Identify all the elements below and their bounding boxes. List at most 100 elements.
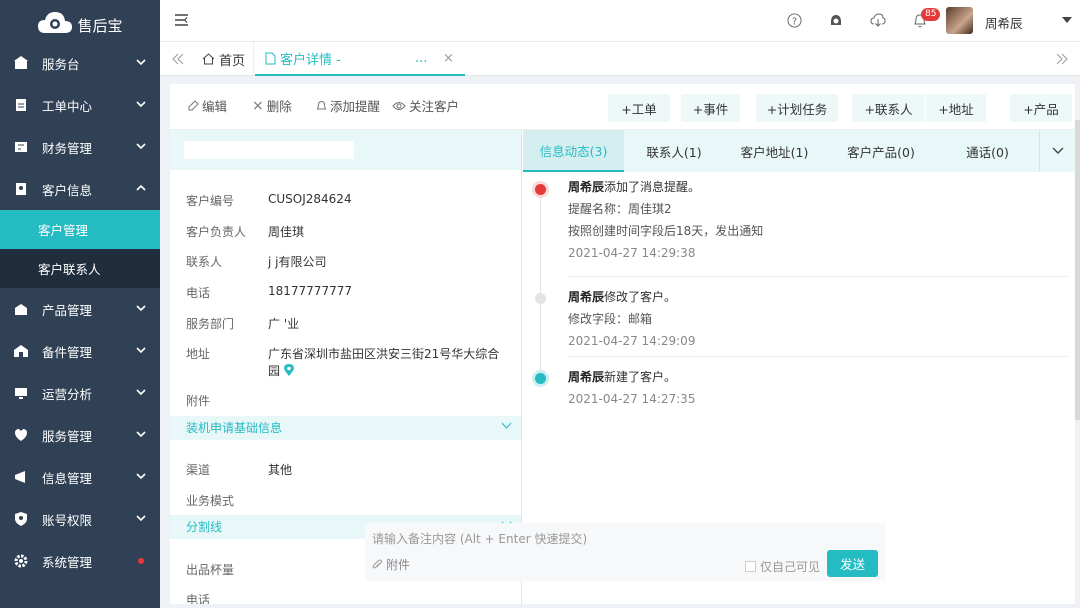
more-tabs-icon[interactable]	[1039, 130, 1075, 172]
sidebar-item-3[interactable]: 客户信息	[0, 168, 160, 210]
attach-label: 附件	[386, 558, 411, 572]
sidebar-item-4[interactable]: 产品管理	[0, 288, 160, 330]
sidebar-item-label: 服务台	[42, 56, 80, 72]
user-name[interactable]: 周希辰	[985, 13, 1023, 32]
follow-customer-button[interactable]: 关注客户	[392, 96, 459, 115]
sidebar-item-9[interactable]: 账号权限	[0, 498, 160, 540]
field-value: 18177777777	[268, 284, 352, 298]
field-label: 业务模式	[186, 494, 235, 508]
sidebar-item-2[interactable]: 财务管理	[0, 126, 160, 168]
delete-button[interactable]: × 删除	[252, 96, 292, 115]
page-scrollbar[interactable]	[1075, 120, 1080, 420]
action-button-2[interactable]: +计划任务	[756, 94, 838, 122]
service-agent-icon[interactable]	[829, 13, 843, 27]
sidebar-item-6[interactable]: 运营分析	[0, 372, 160, 414]
field-value-cont: 园	[268, 364, 281, 378]
tab-activity-2[interactable]: 客户地址(1)	[723, 130, 826, 172]
edit-icon	[188, 100, 199, 111]
event-detail: 修改字段：邮箱	[568, 312, 653, 326]
timeline-line	[540, 190, 541, 375]
event-separator	[568, 356, 1068, 357]
sidebar-subitem-1[interactable]: 客户联系人	[0, 249, 160, 288]
toolbar: 编辑 × 删除 添加提醒 关注客户 +工单 +事件 +计划任务 +联系人 +地址 +产品	[170, 84, 1075, 130]
delete-label: 删除	[266, 99, 292, 114]
sidebar-item-0[interactable]: 服务台	[0, 42, 160, 84]
field-label: 客户负责人	[186, 225, 247, 239]
chevron-down-icon[interactable]	[501, 422, 512, 429]
cloud-download-icon[interactable]	[870, 13, 886, 27]
event-actor: 周希辰	[568, 290, 605, 304]
product-icon	[15, 304, 27, 315]
field-value: 广 '业	[268, 317, 300, 331]
sidebar-item-8[interactable]: 信息管理	[0, 456, 160, 498]
add-reminder-button[interactable]: 添加提醒	[316, 96, 380, 115]
tab-home[interactable]: 首页	[202, 42, 254, 76]
collapse-menu-icon[interactable]	[175, 14, 189, 26]
send-button[interactable]: 发送	[827, 550, 878, 577]
location-pin-icon[interactable]	[284, 364, 294, 376]
logo[interactable]: 售后宝	[0, 0, 160, 42]
sidebar-item-1[interactable]: 工单中心	[0, 84, 160, 126]
chevron-down-icon	[136, 515, 146, 522]
ticket-icon	[16, 99, 26, 111]
sidebar-subitem-0[interactable]: 客户管理	[0, 210, 160, 249]
attach-button[interactable]: 附件	[372, 556, 410, 573]
checkbox-box[interactable]	[745, 561, 756, 572]
field-value: 周佳琪	[268, 225, 305, 239]
scroll-right-icon[interactable]	[1056, 53, 1068, 65]
parts-icon	[14, 345, 28, 357]
private-checkbox[interactable]: 仅自己可见	[745, 558, 820, 575]
event-title: 周希辰修改了客户。	[568, 286, 695, 308]
sidebar-item-label: 信息管理	[42, 470, 93, 486]
chevron-up-icon	[136, 184, 146, 191]
event-detail: 按照创建时间字段后18天，发出通知	[568, 224, 764, 238]
section-title: 装机申请基础信息	[186, 421, 283, 435]
field-label: 联系人	[186, 255, 223, 269]
tab-ellipsis: ...	[415, 50, 428, 66]
action-button-1[interactable]: +事件	[681, 94, 740, 122]
edit-label: 编辑	[202, 99, 228, 114]
svg-text:?: ?	[792, 16, 797, 27]
tab-close-icon[interactable]: ×	[443, 51, 454, 66]
event-time: 2021-04-27 14:29:38	[568, 246, 696, 260]
caret-down-icon[interactable]	[1062, 17, 1072, 23]
event-separator	[568, 276, 1068, 277]
field-label: 地址	[186, 347, 211, 361]
service-icon	[15, 429, 27, 441]
action-button-4[interactable]: +地址	[926, 94, 986, 122]
tab-activity-0[interactable]: 信息动态(3)	[523, 130, 624, 172]
timeline-event: 周希辰新建了客户。 2021-04-27 14:27:35	[568, 366, 695, 410]
tabs-bar: 首页 客户详情 - ... ×	[160, 42, 1080, 76]
sidebar-item-5[interactable]: 备件管理	[0, 330, 160, 372]
tab-customer-detail[interactable]: 客户详情 - ... ×	[255, 42, 465, 76]
note-input[interactable]: 请输入备注内容 (Alt + Enter 快速提交)	[372, 530, 587, 547]
document-icon	[265, 52, 276, 64]
customer-icon	[16, 183, 26, 195]
event-action: 修改了客户。	[604, 290, 677, 304]
event-time: 2021-04-27 14:29:09	[568, 334, 696, 348]
event-action: 添加了消息提醒。	[604, 180, 701, 194]
finance-icon	[15, 142, 27, 152]
sidebar-item-7[interactable]: 服务管理	[0, 414, 160, 456]
tab-activity-3[interactable]: 客户产品(0)	[826, 130, 936, 172]
avatar[interactable]	[946, 7, 973, 34]
action-button-3[interactable]: +联系人	[852, 94, 925, 122]
scroll-left-icon[interactable]	[172, 53, 184, 65]
grid-icon	[14, 56, 28, 69]
private-label: 仅自己可见	[760, 560, 821, 574]
action-button-5[interactable]: +产品	[1010, 94, 1072, 122]
section-header-install[interactable]: 装机申请基础信息	[170, 416, 521, 440]
sidebar-item-10[interactable]: 系统管理	[0, 540, 160, 582]
sidebar-item-label: 产品管理	[42, 302, 93, 318]
field-label: 电话	[186, 286, 211, 300]
sidebar-item-label: 运营分析	[42, 386, 93, 402]
field-value: 广东省深圳市盐田区洪安三街21号华大综合	[268, 347, 500, 361]
bell-outline-icon	[316, 100, 327, 109]
tab-customer-detail-label: 客户详情 -	[280, 52, 341, 68]
sidebar-item-label: 工单中心	[42, 98, 93, 114]
tab-activity-4[interactable]: 通话(0)	[936, 130, 1039, 172]
edit-button[interactable]: 编辑	[188, 96, 227, 115]
help-icon[interactable]: ?	[787, 13, 802, 28]
tab-activity-1[interactable]: 联系人(1)	[625, 130, 723, 172]
action-button-0[interactable]: +工单	[608, 94, 670, 122]
